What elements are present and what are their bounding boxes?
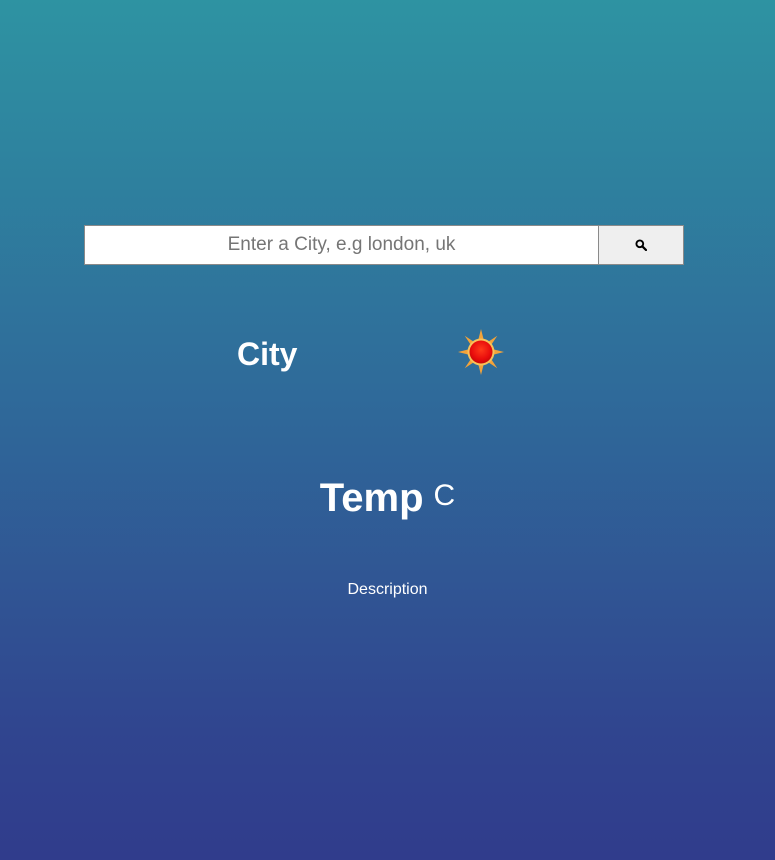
- city-search-input[interactable]: [84, 225, 598, 265]
- city-name: City: [237, 336, 298, 372]
- search-icon: [635, 239, 647, 251]
- sun-icon: [458, 329, 504, 375]
- search-button[interactable]: [598, 225, 684, 265]
- search-bar: [84, 225, 684, 265]
- temperature-unit: C: [433, 479, 456, 512]
- weather-description: Description: [347, 581, 428, 598]
- temperature-row: Temp C: [0, 476, 775, 521]
- temperature-value: Temp: [319, 476, 424, 520]
